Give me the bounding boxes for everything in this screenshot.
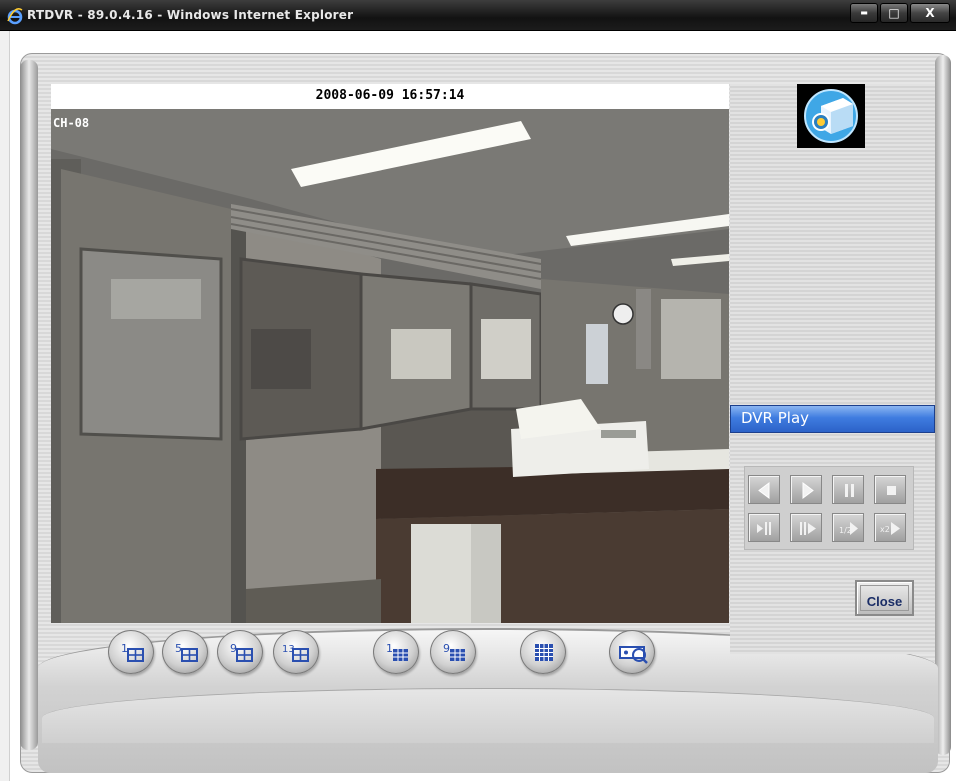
split-13-icon: 13 — [282, 644, 309, 662]
camera-feed-image — [51, 109, 729, 623]
layout-grid-button[interactable] — [520, 630, 566, 674]
step-back-button[interactable] — [748, 513, 780, 542]
rewind-button[interactable] — [748, 475, 780, 504]
close-button-face: Close — [860, 585, 909, 611]
layout-1-button[interactable]: 1 — [108, 630, 154, 674]
camera-logo-icon — [797, 84, 865, 148]
close-button[interactable]: Close — [855, 580, 914, 616]
window-title: RTDVR - 89.0.4.16 - Windows Internet Exp… — [27, 8, 354, 22]
layout-13-button[interactable]: 13 — [273, 630, 319, 674]
pause-button[interactable] — [832, 475, 864, 504]
layout-number: 5 — [175, 642, 182, 655]
grid-1-icon: 1 — [386, 642, 408, 661]
minimize-icon: ▬ — [860, 8, 868, 17]
layout-9-button[interactable]: 9 — [217, 630, 263, 674]
chassis-right-rail — [935, 55, 951, 755]
slow-play-button[interactable]: 1/2 — [832, 513, 864, 542]
layout-9b-button[interactable]: 9 — [430, 630, 476, 674]
close-icon: X — [925, 6, 935, 20]
maximize-button[interactable]: □ — [880, 3, 908, 23]
slow-play-icon: 1/2 — [839, 522, 858, 535]
step-forward-button[interactable] — [790, 513, 822, 542]
video-timestamp: 2008-06-09 16:57:14 — [315, 88, 465, 103]
grid-16-icon — [535, 644, 553, 661]
play-icon — [802, 482, 814, 499]
maximize-icon: □ — [888, 6, 900, 20]
window-close-button[interactable]: X — [910, 3, 950, 23]
layout-number: 1 — [121, 642, 128, 655]
layout-number: 9 — [230, 642, 237, 655]
mode-label: DVR Play — [741, 409, 810, 427]
video-viewport[interactable]: 2008-06-09 16:57:14 CH-08 — [51, 84, 729, 623]
mode-bar: DVR Play — [730, 405, 935, 433]
layout-number: 9 — [443, 642, 450, 655]
svg-text:1/2: 1/2 — [839, 526, 852, 535]
layout-1b-button[interactable]: 1 — [373, 630, 419, 674]
close-button-label: Close — [866, 594, 903, 609]
minimize-button[interactable]: ▬ — [850, 3, 878, 23]
layout-5-button[interactable]: 5 — [162, 630, 208, 674]
browser-frame-edge — [0, 31, 10, 781]
pause-icon — [845, 484, 854, 497]
fast-forward-button[interactable]: x2 — [874, 513, 906, 542]
stop-button[interactable] — [874, 475, 906, 504]
window-titlebar: RTDVR - 89.0.4.16 - Windows Internet Exp… — [0, 0, 956, 31]
ie-logo-icon — [7, 8, 23, 25]
layout-number: 1 — [386, 642, 393, 655]
play-button[interactable] — [790, 475, 822, 504]
fast-forward-icon: x2 — [880, 522, 900, 535]
grid-9-icon: 9 — [443, 642, 465, 661]
timestamp-bar: 2008-06-09 16:57:14 — [51, 84, 729, 109]
step-forward-icon — [800, 522, 816, 535]
split-9-icon: 9 — [230, 642, 253, 662]
svg-text:x2: x2 — [880, 525, 890, 534]
split-5-icon: 5 — [175, 642, 198, 662]
control-panel — [730, 84, 935, 654]
search-button[interactable] — [609, 630, 655, 674]
bottom-tray-inner — [42, 688, 934, 743]
split-1-icon: 1 — [121, 642, 144, 662]
stop-icon — [887, 486, 896, 495]
step-back-icon — [757, 522, 771, 535]
chassis-left-rail — [20, 60, 38, 750]
play-reverse-icon — [758, 482, 770, 499]
search-dvr-icon — [619, 646, 648, 664]
channel-label: CH-08 — [53, 116, 90, 130]
